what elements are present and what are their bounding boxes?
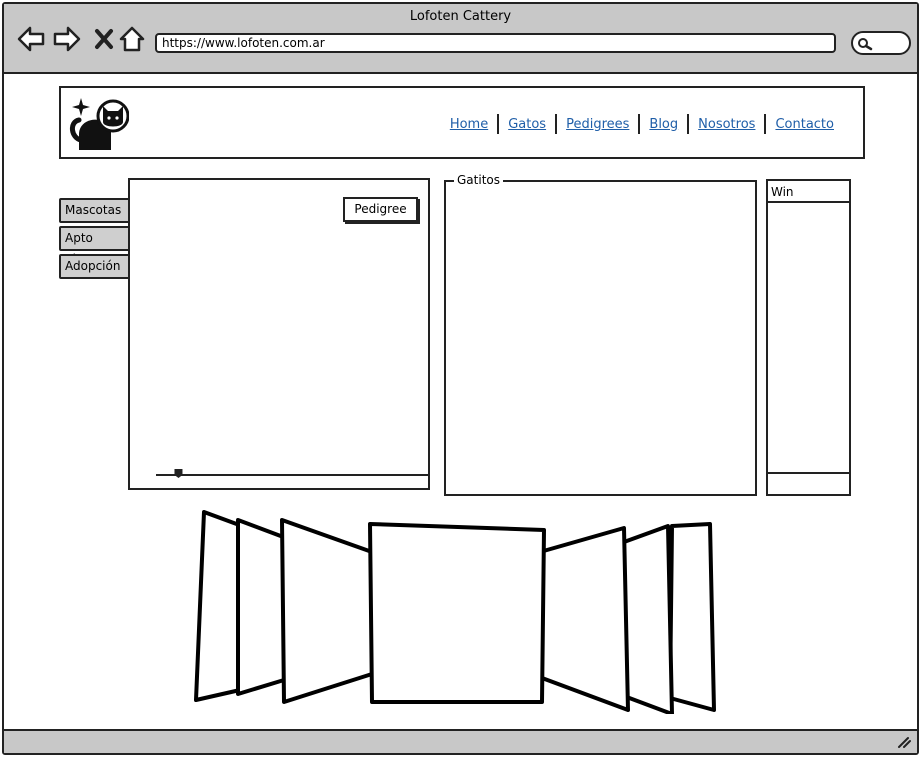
back-arrow-icon[interactable] xyxy=(16,24,46,54)
nav-link-home[interactable]: Home xyxy=(441,117,497,132)
main-nav: Home Gatos Pedigrees Blog Nosotros Conta… xyxy=(441,113,843,135)
nav-link-nosotros[interactable]: Nosotros xyxy=(689,117,764,132)
browser-titlebar: Lofoten Cattery https://www.lofoten.com.… xyxy=(4,4,917,74)
vtab-apto-show[interactable]: Apto Show xyxy=(59,226,131,266)
vtab-adopcion[interactable]: Adopción xyxy=(59,254,131,279)
forward-arrow-icon[interactable] xyxy=(52,24,82,54)
nav-link-gatos[interactable]: Gatos xyxy=(499,117,555,132)
site-header: Home Gatos Pedigrees Blog Nosotros Conta… xyxy=(59,86,865,159)
window-title: Lofoten Cattery xyxy=(409,9,512,24)
cover-flow-item xyxy=(668,522,716,712)
win-panel: Win xyxy=(766,179,851,496)
cat-logo-icon[interactable] xyxy=(67,94,129,152)
cover-flow-item-center xyxy=(368,522,546,704)
nav-link-contacto[interactable]: Contacto xyxy=(766,117,843,132)
browser-search-input[interactable] xyxy=(851,31,911,55)
search-icon xyxy=(858,38,873,51)
nav-link-blog[interactable]: Blog xyxy=(640,117,687,132)
slider-thumb[interactable] xyxy=(174,469,183,478)
win-panel-footer xyxy=(768,472,849,494)
vtab-mascotas[interactable]: Mascotas xyxy=(59,198,131,223)
resize-grip-icon[interactable] xyxy=(897,736,911,748)
cover-flow-item xyxy=(280,518,374,704)
cover-flow-item xyxy=(236,518,288,696)
cover-flow-carousel[interactable] xyxy=(192,508,720,714)
cover-flow-item xyxy=(194,510,244,702)
win-panel-title: Win xyxy=(768,181,849,203)
slider[interactable] xyxy=(156,468,428,480)
cover-flow-item xyxy=(622,524,674,714)
nav-link-pedigrees[interactable]: Pedigrees xyxy=(557,117,638,132)
cover-flow-item xyxy=(538,526,630,712)
tab-panel: Pedigree xyxy=(128,178,430,490)
url-input[interactable]: https://www.lofoten.com.ar xyxy=(155,33,836,53)
browser-statusbar xyxy=(4,729,917,753)
fieldset-legend: Gatitos xyxy=(454,173,503,187)
gatitos-fieldset: Gatitos xyxy=(444,173,757,496)
pedigree-button[interactable]: Pedigree xyxy=(343,197,418,222)
home-icon[interactable] xyxy=(117,24,147,54)
close-icon[interactable] xyxy=(89,24,119,54)
browser-window: Lofoten Cattery https://www.lofoten.com.… xyxy=(2,2,919,755)
